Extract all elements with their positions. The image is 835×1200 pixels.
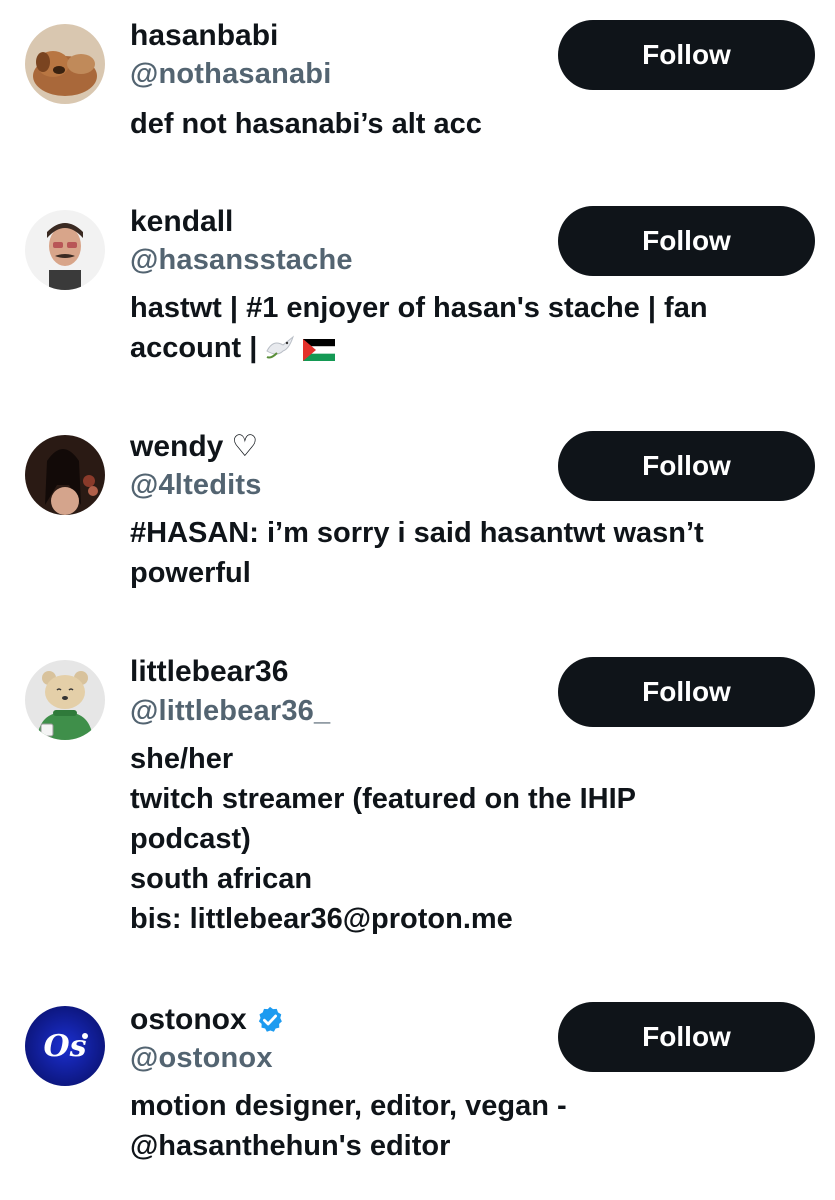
user-row-wendy[interactable]: wendy ♡ @4ltedits #HASAN: i’m sorry i sa… [0, 415, 835, 645]
follow-button[interactable]: Follow [558, 20, 815, 90]
bio-line: def not hasanabi’s alt acc [130, 108, 482, 140]
user-handle[interactable]: @nothasanabi [130, 56, 331, 92]
display-name[interactable]: kendall [130, 204, 233, 240]
bio-line: motion designer, editor, vegan - [130, 1090, 567, 1122]
bio-line: bis: littlebear36@proton.me [130, 903, 513, 935]
follow-button[interactable]: Follow [558, 657, 815, 727]
bear-avatar-icon[interactable] [25, 660, 105, 740]
user-name-line: ostonox [130, 1002, 285, 1038]
bio-line: south african [130, 863, 313, 895]
display-name[interactable]: wendy [130, 429, 223, 465]
bio-line: @hasanthehun's editor [130, 1130, 451, 1162]
dove-icon [263, 331, 297, 372]
man-avatar-icon[interactable] [25, 210, 105, 290]
os-logo-avatar-icon[interactable]: Os [25, 1006, 105, 1086]
follow-button[interactable]: Follow [558, 206, 815, 276]
user-name-line: littlebear36 [130, 654, 288, 690]
svg-text:Os: Os [43, 1029, 86, 1064]
follow-button[interactable]: Follow [558, 1002, 815, 1072]
bio-line: account | [130, 328, 810, 372]
bio-line: #HASAN: i’m sorry i said hasantwt wasn’t [130, 517, 704, 549]
heart-suffix: ♡ [231, 430, 259, 463]
palestine-flag-icon [303, 332, 336, 372]
user-handle[interactable]: @hasansstache [130, 242, 353, 278]
display-name[interactable]: hasanbabi [130, 18, 278, 54]
bio-line: twitch streamer (featured on the IHIP [130, 783, 636, 815]
user-handle[interactable]: @4ltedits [130, 467, 262, 503]
user-bio: motion designer, editor, vegan - @hasant… [130, 1086, 810, 1166]
user-row-kendall[interactable]: kendall @hasansstache hastwt | #1 enjoye… [0, 190, 835, 415]
user-name-line: kendall [130, 204, 233, 240]
bio-line-text: account | [130, 332, 258, 364]
user-row-littlebear36[interactable]: littlebear36 @littlebear36_ she/her twit… [0, 645, 835, 985]
user-bio: she/her twitch streamer (featured on the… [130, 739, 810, 939]
bio-line: hastwt | #1 enjoyer of hasan's stache | … [130, 292, 708, 324]
bio-line: podcast) [130, 823, 251, 855]
user-bio: def not hasanabi’s alt acc [130, 104, 810, 144]
display-name[interactable]: ostonox [130, 1002, 247, 1038]
display-name[interactable]: littlebear36 [130, 654, 288, 690]
verified-badge-icon [255, 1005, 285, 1035]
user-handle[interactable]: @littlebear36_ [130, 693, 330, 729]
bio-line: powerful [130, 557, 251, 589]
bio-line: she/her [130, 743, 234, 775]
user-handle[interactable]: @ostonox [130, 1040, 273, 1076]
user-bio: #HASAN: i’m sorry i said hasantwt wasn’t… [130, 513, 810, 593]
user-row-ostonox[interactable]: Os ostonox @ostonox motion designer, edi… [0, 990, 835, 1200]
dog-avatar-icon[interactable] [25, 24, 105, 104]
user-name-line: wendy ♡ [130, 429, 258, 465]
user-bio: hastwt | #1 enjoyer of hasan's stache | … [130, 288, 810, 372]
follow-button[interactable]: Follow [558, 431, 815, 501]
woman-avatar-icon[interactable] [25, 435, 105, 515]
user-row-hasanbabi[interactable]: hasanbabi @nothasanabi def not hasanabi’… [0, 0, 835, 190]
user-name-line: hasanbabi [130, 18, 278, 54]
